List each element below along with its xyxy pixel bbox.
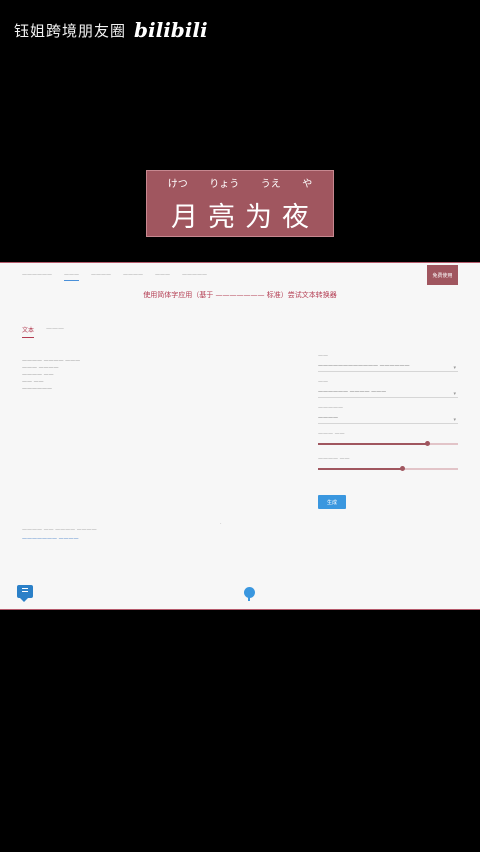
title-card: けつ りょう うえ や 月亮为夜 <box>146 170 334 237</box>
tab-other[interactable]: ——— <box>46 325 64 338</box>
field-label: —— <box>318 379 328 385</box>
page-headline: 使用简体字应用（基于 ——————— 标准）尝试文本转换器 <box>143 291 337 299</box>
chat-icon[interactable] <box>17 585 33 602</box>
ruby-text: うえ <box>260 179 281 190</box>
slider-fill <box>318 443 428 445</box>
ruby-text: や <box>302 179 313 190</box>
field-value: —————— ———— ——— <box>318 389 458 398</box>
field-label: ————— <box>318 405 343 411</box>
slider-track <box>318 466 458 471</box>
channel-name: 钰姐跨境朋友圈 <box>14 21 127 40</box>
ruby-text: けつ <box>167 179 188 190</box>
chevron-down-icon: ▾ <box>453 391 456 397</box>
nav-item[interactable]: ———— <box>91 272 111 281</box>
text-line: ——— ———— <box>22 365 59 371</box>
text-line: —— —— <box>22 379 44 385</box>
tab-text[interactable]: 文本 <box>22 325 35 338</box>
settings-panel: —— ———————————— —————— ▾ —— —————— ———— … <box>318 353 458 509</box>
style-field[interactable]: ————— ———— ▾ <box>318 405 458 431</box>
channel-header: 钰姐跨境朋友圈 bilibili <box>14 18 208 42</box>
slider-track <box>318 441 458 446</box>
nav-item[interactable]: —————— <box>22 272 52 281</box>
bilibili-logo: bilibili <box>134 18 208 42</box>
top-nav: —————— ——— ———— ———— ——— ————— <box>22 272 207 281</box>
ruby-row: けつ りょう うえ や <box>147 175 333 190</box>
nav-item[interactable]: ———— <box>123 272 143 281</box>
field-value: ———————————— —————— <box>318 363 458 372</box>
nav-item-active[interactable]: ——— <box>64 272 79 281</box>
voice-field[interactable]: —— ———————————— —————— ▾ <box>318 353 458 379</box>
ruby-text: りょう <box>209 179 240 190</box>
text-input-area[interactable]: ———— ———— ——— ——— ———— ———— —— —— —— ———… <box>22 358 282 508</box>
speed-slider[interactable]: ——— —— <box>318 431 458 456</box>
status-link[interactable]: ——————— ———— <box>22 536 79 542</box>
text-line: ———— —— <box>22 372 54 378</box>
location-pin-icon[interactable] <box>244 587 255 601</box>
pitch-slider[interactable]: ———— —— <box>318 456 458 481</box>
nav-item[interactable]: ——— <box>155 272 170 281</box>
slider-fill <box>318 468 402 470</box>
free-use-button[interactable]: 免费使用 <box>427 265 458 285</box>
status-text: ———— —— ———— ———— <box>22 527 97 533</box>
field-value: ———— <box>318 415 458 424</box>
nav-item[interactable]: ————— <box>182 272 207 281</box>
slider-label: ———— —— <box>318 456 350 462</box>
slider-label: ——— —— <box>318 431 345 437</box>
slider-thumb[interactable] <box>425 441 431 446</box>
app-screen: —————— ——— ———— ———— ——— ————— 免费使用 使用简体… <box>0 262 480 610</box>
field-label: —— <box>318 353 328 359</box>
text-line: —————— <box>22 386 52 392</box>
mode-tabs: 文本 ——— <box>22 325 64 338</box>
language-field[interactable]: —— —————— ———— ——— ▾ <box>318 379 458 405</box>
chevron-down-icon: ▾ <box>453 365 456 371</box>
center-marker: · <box>220 521 222 527</box>
video-title: 月亮为夜 <box>171 202 319 233</box>
chevron-down-icon: ▾ <box>453 417 456 423</box>
slider-thumb[interactable] <box>400 466 405 471</box>
generate-button[interactable]: 生成 <box>318 495 346 509</box>
text-line: ———— ———— ——— <box>22 358 81 364</box>
